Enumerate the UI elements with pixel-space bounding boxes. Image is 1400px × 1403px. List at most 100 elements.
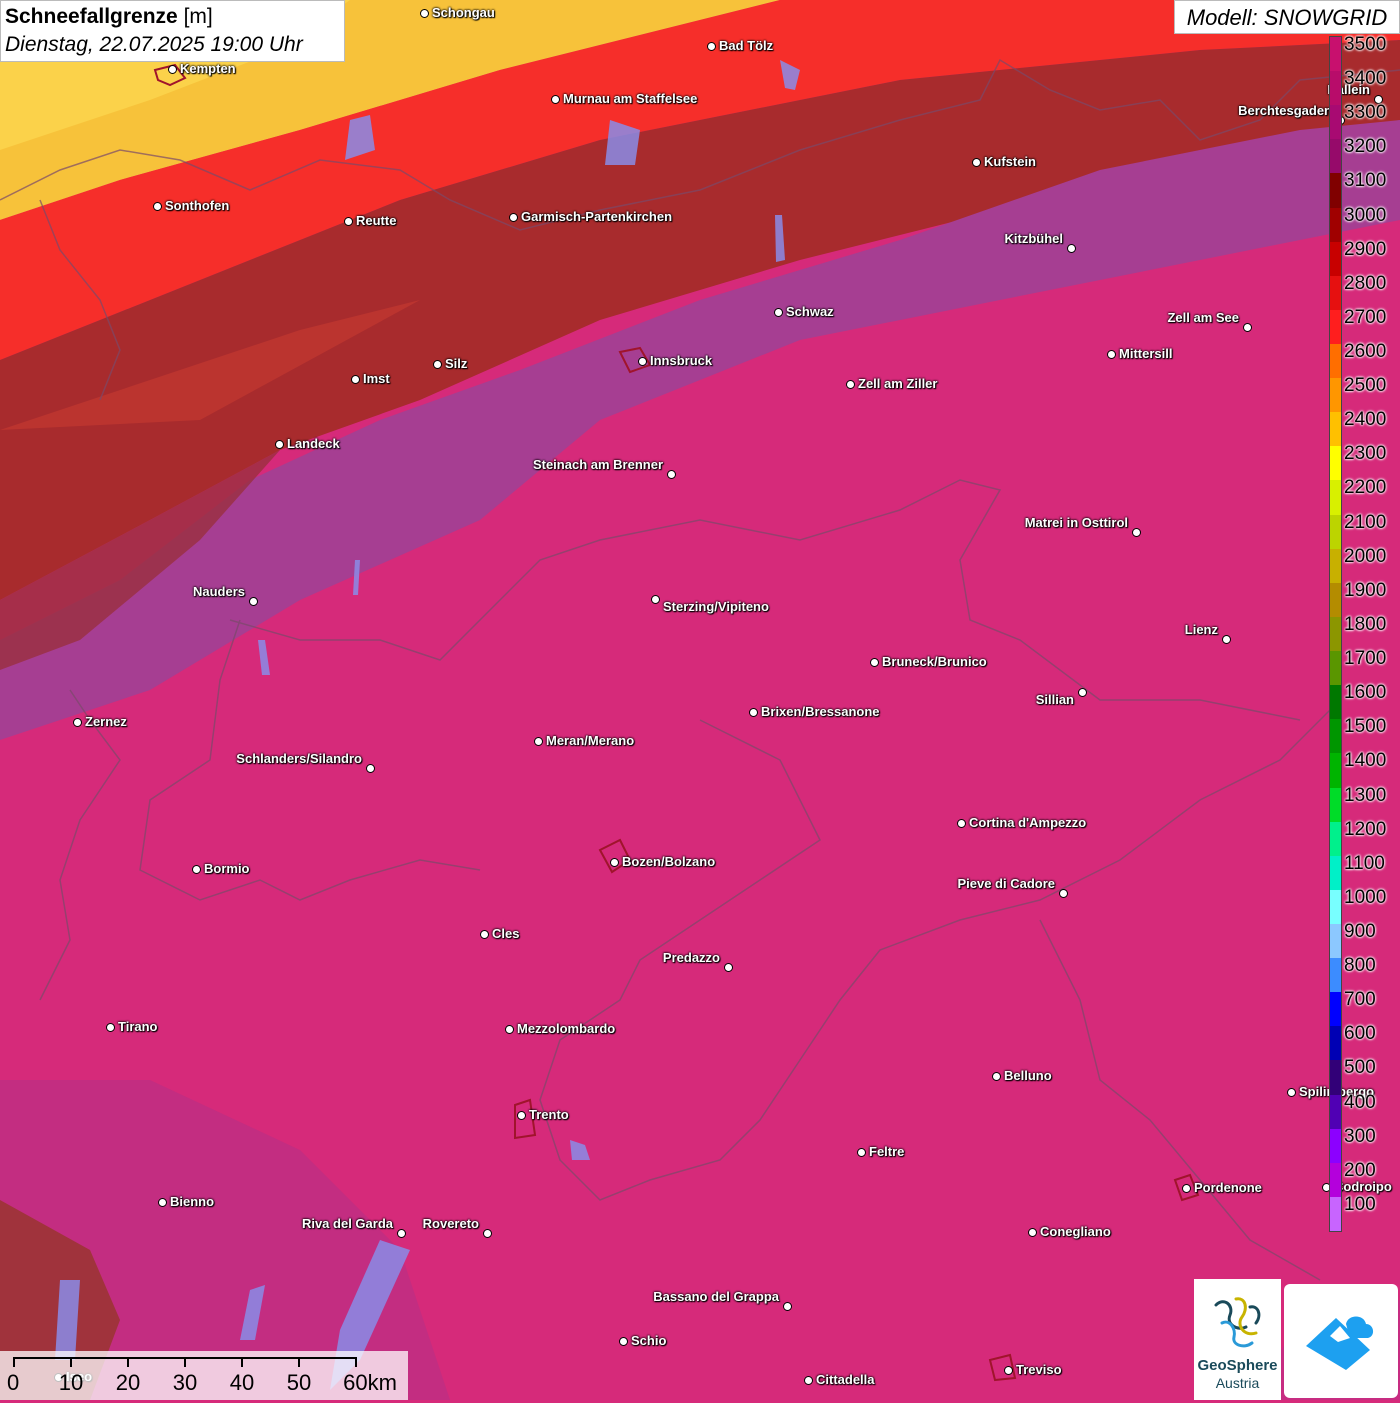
legend-label: 3100 [1344, 170, 1387, 192]
legend-swatch [1330, 1162, 1341, 1198]
scale-tick [355, 1357, 357, 1367]
legend-swatch [1330, 105, 1341, 140]
legend-swatch [1330, 207, 1341, 243]
city-marker-icon [153, 202, 162, 211]
city-label: Bozen/Bolzano [622, 854, 716, 869]
city-label: Bormio [204, 861, 250, 876]
legend-swatch [1330, 582, 1341, 618]
city-label: Bruneck/Brunico [882, 654, 987, 669]
legend-swatch [1330, 480, 1341, 516]
title-unit: [m] [183, 5, 213, 28]
legend-label: 2700 [1344, 306, 1387, 328]
legend-label: 1100 [1344, 852, 1385, 874]
city-label: Pordenone [1194, 1180, 1262, 1195]
legend-swatch [1330, 241, 1341, 277]
city-label: Riva del Garda [301, 1216, 393, 1231]
legend-swatch [1330, 753, 1341, 788]
city-marker-icon [870, 658, 879, 667]
city-label: Innsbruck [650, 353, 713, 368]
city-marker-icon [1222, 635, 1231, 644]
city-label: Cortina d'Ampezzo [969, 815, 1087, 830]
title-main: Schneefallgrenze [5, 5, 178, 28]
legend-label: 2400 [1344, 409, 1387, 431]
city-marker-icon [351, 375, 360, 384]
city-marker-icon [610, 858, 619, 867]
legend-swatch [1330, 446, 1341, 481]
city-marker-icon [1243, 323, 1252, 332]
city-label: Meran/Merano [546, 733, 635, 748]
city-marker-icon [534, 737, 543, 746]
city-marker-icon [783, 1302, 792, 1311]
mountain-cloud-icon [1306, 1316, 1374, 1370]
weather-app-logo[interactable] [1284, 1284, 1398, 1398]
scale-label: 10 [58, 1370, 84, 1395]
geosphere-name-line1: GeoSphere [1197, 1357, 1278, 1374]
legend-swatch [1330, 719, 1341, 754]
legend-label: 1800 [1344, 613, 1387, 635]
city-label: Bienno [170, 1194, 215, 1209]
legend-swatch [1330, 1026, 1341, 1061]
legend-swatch [1330, 548, 1341, 584]
city-marker-icon [774, 308, 783, 317]
scale-label: 0 [7, 1370, 20, 1395]
city-label: Bad Tölz [719, 38, 774, 53]
legend-label: 900 [1344, 920, 1376, 942]
legend-label: 3500 [1344, 34, 1387, 55]
city-marker-icon [707, 42, 716, 51]
legend-swatch [1330, 173, 1341, 209]
legend-label: 1400 [1344, 750, 1387, 772]
legend-label: 3000 [1344, 204, 1387, 226]
city-label: Pieve di Cadore [957, 876, 1055, 891]
city-label: Schio [631, 1333, 667, 1348]
map-datetime: Dienstag, 22.07.2025 19:00 Uhr [5, 33, 303, 56]
geosphere-name-line2: Austria [1215, 1375, 1260, 1391]
city-label: Cittadella [816, 1372, 875, 1387]
city-marker-icon [1059, 889, 1068, 898]
city-marker-icon [972, 158, 981, 167]
city-label: Trento [529, 1107, 569, 1122]
legend-swatch [1330, 1060, 1341, 1096]
legend-swatch [1330, 685, 1341, 720]
city-marker-icon [992, 1072, 1001, 1081]
legend-swatch [1330, 855, 1341, 891]
legend-swatch [1330, 412, 1341, 447]
legend-label: 1900 [1344, 579, 1387, 601]
city-label: Zernez [85, 714, 127, 729]
legend-label: 500 [1344, 1057, 1376, 1079]
city-marker-icon [158, 1198, 167, 1207]
legend-label: 1700 [1344, 648, 1387, 670]
legend-swatch [1330, 309, 1341, 345]
city-label: Steinach am Brenner [532, 457, 663, 472]
legend-label: 3300 [1344, 102, 1387, 124]
legend-swatch [1330, 514, 1341, 550]
city-label: Kempten [180, 61, 236, 76]
city-label: Bassano del Grappa [653, 1289, 779, 1304]
legend-swatch [1330, 275, 1341, 311]
legend-swatch [1330, 923, 1341, 959]
scale-label: 60km [343, 1370, 397, 1395]
legend-swatch [1330, 139, 1341, 174]
city-label: Brixen/Bressanone [761, 704, 880, 719]
legend-label: 400 [1344, 1091, 1376, 1113]
legend-swatch [1330, 616, 1341, 652]
legend-swatch [1330, 37, 1341, 72]
city-marker-icon [957, 819, 966, 828]
legend-swatch [1330, 651, 1341, 686]
city-label: Imst [363, 371, 390, 386]
geosphere-emblem-icon [1214, 1297, 1261, 1348]
city-marker-icon [249, 597, 258, 606]
scale-tick [184, 1357, 186, 1367]
city-label: Garmisch-Partenkirchen [521, 209, 673, 224]
city-label: Berchtesgaden [1238, 103, 1332, 118]
city-marker-icon [1028, 1228, 1037, 1237]
city-marker-icon [1078, 688, 1087, 697]
legend-label: 100 [1344, 1193, 1376, 1215]
color-legend-bar [1329, 36, 1342, 1232]
geosphere-austria-logo[interactable]: GeoSphere Austria [1194, 1279, 1281, 1400]
city-marker-icon [1132, 528, 1141, 537]
legend-swatch [1330, 378, 1341, 413]
city-marker-icon [366, 764, 375, 773]
city-label: Zell am Ziller [858, 376, 938, 391]
city-marker-icon [480, 930, 489, 939]
scale-tick [70, 1357, 72, 1367]
